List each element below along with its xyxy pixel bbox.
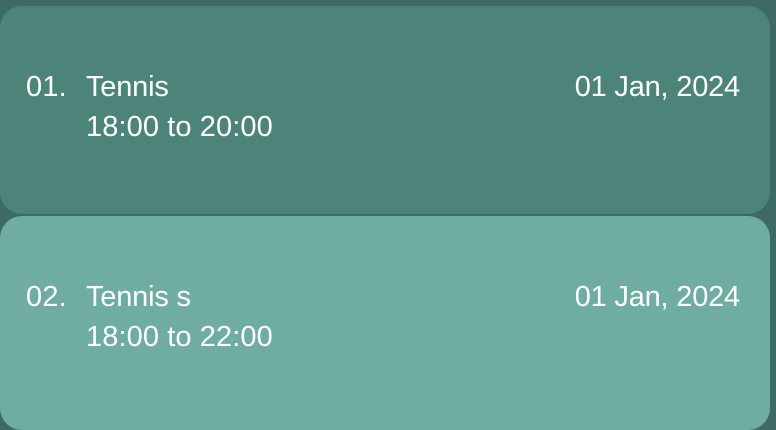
booking-index: 02.: [26, 281, 67, 313]
booking-index: 01.: [26, 71, 67, 103]
booking-card[interactable]: 01. Tennis 18:00 to 20:00 01 Jan, 2024: [0, 6, 770, 214]
booking-list: 01. Tennis 18:00 to 20:00 01 Jan, 2024 0…: [0, 0, 776, 430]
booking-time-range: 18:00 to 22:00: [86, 321, 273, 353]
booking-title: Tennis s: [86, 281, 191, 313]
booking-time-range: 18:00 to 20:00: [86, 111, 273, 143]
booking-date: 01 Jan, 2024: [574, 71, 741, 103]
booking-title: Tennis: [86, 71, 169, 103]
booking-card[interactable]: 02. Tennis s 18:00 to 22:00 01 Jan, 2024: [0, 216, 770, 430]
booking-date: 01 Jan, 2024: [574, 281, 741, 313]
